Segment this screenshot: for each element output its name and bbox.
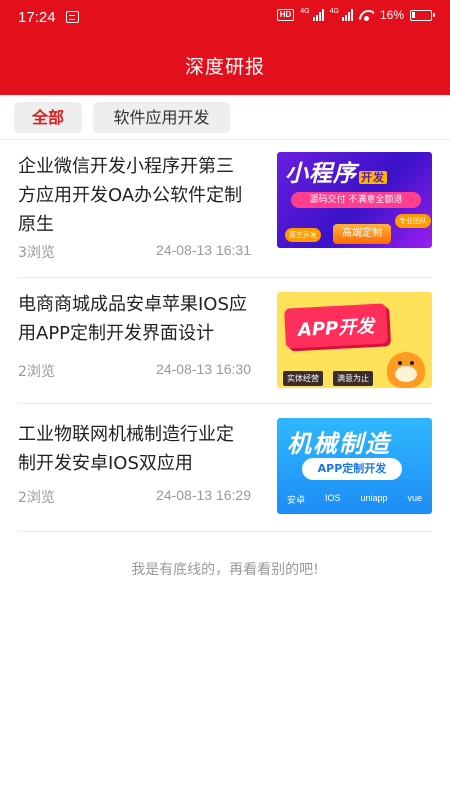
page-title: 深度研报 [184,56,265,78]
network-type-label: 4G [329,8,339,15]
tab-software-dev[interactable]: 软件应用开发 [93,102,230,133]
tiger-mascot-icon [387,352,425,388]
article-title: 电商商城成品安卓苹果IOS应 用APP定制开发界面设计 [18,294,247,344]
status-bar: 17:24 HD 4G 4G 16% [0,0,450,36]
thumbnail-tag: 满意为止 [333,371,373,386]
signal-icon [341,9,353,21]
thumbnail-title: 机械制造 [287,430,391,458]
battery-icon [410,9,435,21]
thumbnail-title: 小程序 开发 [285,161,387,187]
app-header: 17:24 HD 4G 4G 16% 深度研报 [0,0,450,95]
thumbnail-tech-list: 安卓 IOS uniapp vue [286,493,422,505]
thumbnail-band: 源码交付 不满意全额退 [291,192,421,208]
view-count: 2浏览 [18,364,55,380]
end-of-list-note: 我是有底线的，再看看别的吧! [131,562,319,578]
article-item[interactable]: 企业微信开发小程序开第三 方应用开发OA办公软件定制 原生 3浏览 24-08-… [18,140,432,278]
wifi-icon [359,9,374,21]
thumbnail-title-card: APP开发 [284,303,388,349]
signal-icon [312,9,324,21]
thumbnail-pill: APP定制开发 [302,458,402,480]
network-type-label: 4G [300,8,310,15]
category-tabs: 全部 软件应用开发 [0,95,450,140]
publish-date: 24-08-13 16:31 [156,242,251,258]
hd-icon: HD [276,9,295,21]
thumbnail-tag: 原生开发 [285,228,321,242]
article-item[interactable]: 工业物联网机械制造行业定 制开发安卓IOS双应用 2浏览 24-08-13 16… [18,404,432,532]
article-title: 企业微信开发小程序开第三 方应用开发OA办公软件定制 原生 [18,156,243,235]
battery-percent: 16% [379,8,404,22]
article-title: 工业物联网机械制造行业定 制开发安卓IOS双应用 [18,424,234,474]
notification-app-icon [66,11,79,23]
publish-date: 24-08-13 16:29 [156,487,251,503]
status-time: 17:24 [18,9,56,26]
article-thumbnail[interactable]: 小程序 开发 源码交付 不满意全额退 高端定制 原生开发 专业团队 [277,152,432,248]
view-count: 2浏览 [18,490,55,506]
article-thumbnail[interactable]: 机械制造 APP定制开发 安卓 IOS uniapp vue [277,418,432,514]
thumbnail-tag: 实体经营 [283,371,323,386]
tab-all[interactable]: 全部 [14,102,82,133]
publish-date: 24-08-13 16:30 [156,361,251,377]
view-count: 3浏览 [18,245,55,261]
article-item[interactable]: 电商商城成品安卓苹果IOS应 用APP定制开发界面设计 2浏览 24-08-13… [18,278,432,404]
thumbnail-tag: 专业团队 [395,214,431,228]
status-icons: HD 4G 4G 16% [276,8,435,22]
article-thumbnail[interactable]: APP开发 实体经营 满意为止 [277,292,432,388]
thumbnail-button: 高端定制 [333,224,391,244]
